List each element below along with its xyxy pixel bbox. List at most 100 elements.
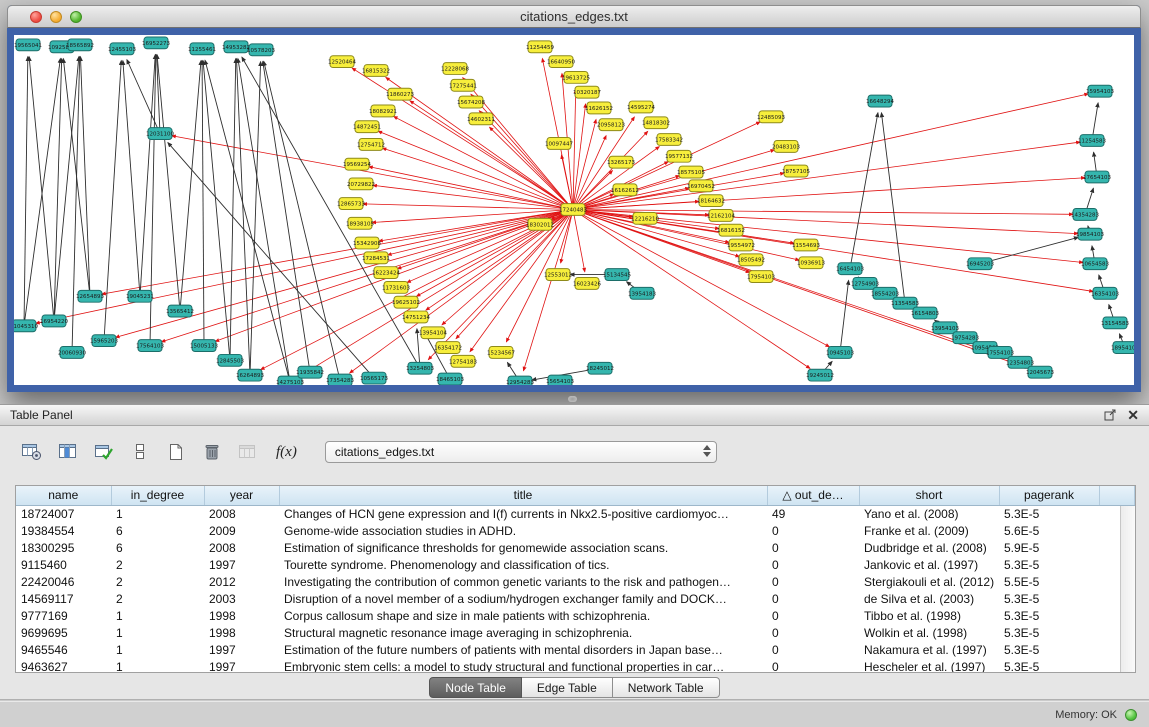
graph-node[interactable]: 15134545	[603, 269, 631, 281]
table-row[interactable]: 946554611997Estimation of the future num…	[16, 641, 1135, 658]
graph-node[interactable]: 13265173	[607, 156, 635, 168]
graph-node[interactable]: 18938105	[346, 217, 374, 229]
graph-node[interactable]: 17654103	[1083, 171, 1111, 183]
graph-edge[interactable]	[840, 280, 849, 352]
graph-node[interactable]: 16970452	[687, 180, 715, 192]
graph-node[interactable]: 16223424	[372, 267, 400, 279]
graph-edge[interactable]	[523, 210, 573, 371]
graph-node[interactable]: 16816152	[717, 224, 745, 236]
function-builder-button[interactable]: f(x)	[272, 444, 301, 461]
table-row[interactable]: 946362711997Embryonic stem cells: a mode…	[16, 658, 1135, 673]
graph-edge[interactable]	[157, 55, 180, 311]
graph-node[interactable]: 19613725	[562, 71, 590, 83]
table-row[interactable]: 977716911998Corpus callosum shape and si…	[16, 607, 1135, 624]
float-panel-icon[interactable]	[1104, 409, 1117, 421]
panel-resize-handle[interactable]	[568, 396, 577, 402]
graph-node[interactable]: 19625102	[392, 296, 420, 308]
graph-edge[interactable]	[230, 59, 236, 361]
graph-node[interactable]: 15654103	[546, 375, 574, 385]
graph-node[interactable]: 17284531	[362, 252, 390, 264]
table-row[interactable]: 911546021997Tourette syndrome. Phenomeno…	[16, 556, 1135, 573]
graph-node[interactable]: 15954103	[1086, 85, 1114, 97]
graph-node[interactable]: 14751234	[402, 311, 430, 323]
graph-node[interactable]: 19554972	[727, 239, 755, 251]
table-row[interactable]: 1830029562008Estimation of significance …	[16, 539, 1135, 556]
graph-node[interactable]: 18757105	[782, 165, 810, 177]
graph-node[interactable]: 14953282	[222, 41, 250, 53]
graph-node[interactable]: 16648294	[866, 95, 894, 107]
graph-edge[interactable]	[24, 57, 28, 326]
table-row[interactable]: 2242004622012Investigating the contribut…	[16, 573, 1135, 590]
graph-edge[interactable]	[394, 116, 573, 209]
graph-node[interactable]: 12654893	[76, 290, 104, 302]
graph-node[interactable]: 14818302	[642, 117, 670, 129]
tab-node-table[interactable]: Node Table	[429, 677, 522, 698]
new-table-icon[interactable]	[164, 442, 188, 462]
tab-network-table[interactable]: Network Table	[613, 677, 720, 698]
graph-node[interactable]: 12045673	[1026, 366, 1054, 378]
graph-node[interactable]: 10654583	[1081, 258, 1109, 270]
network-canvas[interactable]: 1724048312520464168153221186027318082921…	[7, 28, 1141, 392]
graph-node[interactable]: 18164632	[697, 195, 725, 207]
graph-node[interactable]: 16954220	[40, 315, 68, 327]
graph-edge[interactable]	[72, 57, 80, 353]
table-row[interactable]: 969969511998Structural magnetic resonanc…	[16, 624, 1135, 641]
graph-edge[interactable]	[264, 61, 340, 380]
graph-node[interactable]: 15674208	[457, 96, 485, 108]
graph-node[interactable]: 17954103	[747, 271, 775, 283]
graph-node[interactable]: 17240483	[559, 204, 587, 216]
graph-node[interactable]: 16815322	[362, 65, 390, 77]
graph-edge[interactable]	[29, 57, 54, 321]
graph-node[interactable]: 18565892	[66, 39, 94, 51]
import-table-icon[interactable]	[236, 442, 260, 462]
graph-node[interactable]: 11860273	[386, 88, 414, 100]
graph-node[interactable]: 15234567	[487, 347, 515, 359]
zoom-button[interactable]	[70, 11, 82, 23]
graph-node[interactable]: 12754183	[449, 355, 477, 367]
graph-node[interactable]: 14602311	[467, 113, 495, 125]
delete-table-icon[interactable]	[200, 442, 224, 462]
graph-edge[interactable]	[573, 119, 596, 209]
edit-columns-icon[interactable]	[92, 442, 116, 462]
graph-node[interactable]: 10936913	[797, 257, 825, 269]
graph-node[interactable]: 19577132	[665, 150, 693, 162]
graph-node[interactable]: 10578203	[247, 44, 275, 56]
graph-node[interactable]: 12553012	[544, 269, 572, 281]
column-header-short[interactable]: short	[859, 486, 999, 505]
graph-edge[interactable]	[561, 155, 573, 209]
window-titlebar[interactable]: citations_edges.txt	[7, 5, 1141, 28]
graph-node[interactable]: 18245012	[586, 362, 614, 374]
column-header-outde[interactable]: △ out_de…	[767, 486, 859, 505]
graph-edge[interactable]	[202, 61, 204, 346]
graph-node[interactable]: 13565412	[166, 305, 194, 317]
table-selector-dropdown[interactable]: citations_edges.txt	[325, 441, 717, 463]
column-settings-icon[interactable]	[20, 442, 44, 462]
graph-node[interactable]: 12031100	[146, 128, 174, 140]
column-header-indegree[interactable]: in_degree	[111, 486, 204, 505]
graph-edge[interactable]	[573, 178, 1085, 210]
graph-edge[interactable]	[104, 61, 121, 341]
graph-node[interactable]: 17564103	[136, 340, 164, 352]
graph-node[interactable]: 11626152	[585, 102, 613, 114]
graph-node[interactable]: 16354103	[1091, 287, 1119, 299]
graph-edge[interactable]	[237, 59, 250, 375]
graph-edge[interactable]	[36, 210, 573, 324]
graph-node[interactable]: 12954283	[506, 376, 534, 385]
graph-node[interactable]: 11255461	[188, 43, 216, 55]
graph-edge[interactable]	[980, 237, 1078, 263]
graph-node[interactable]: 15005133	[190, 340, 218, 352]
graph-node[interactable]: 19854103	[1076, 228, 1104, 240]
graph-edge[interactable]	[573, 210, 585, 272]
graph-node[interactable]: 15965203	[90, 335, 118, 347]
graph-node[interactable]: 18302012	[526, 218, 554, 230]
graph-node[interactable]: 13254803	[406, 362, 434, 374]
graph-node[interactable]: 11935842	[296, 366, 324, 378]
graph-node[interactable]: 16354172	[434, 342, 462, 354]
graph-node[interactable]: 16640950	[547, 56, 575, 68]
graph-edge[interactable]	[573, 210, 810, 369]
graph-node[interactable]: 14872451	[353, 121, 381, 133]
graph-node[interactable]: 10565173	[360, 372, 388, 384]
column-header-name[interactable]: name	[16, 486, 111, 505]
graph-node[interactable]: 10097447	[545, 138, 573, 150]
graph-node[interactable]: 14354283	[1071, 209, 1099, 221]
